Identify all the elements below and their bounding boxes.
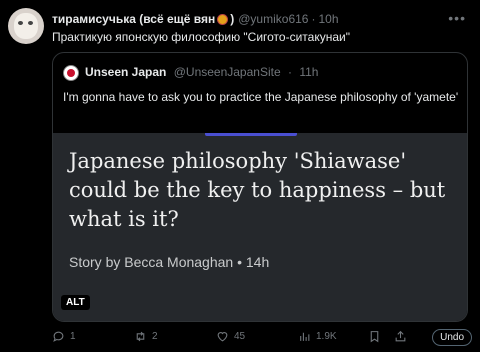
reply-count: 1 xyxy=(70,331,76,342)
alt-text-badge[interactable]: ALT xyxy=(61,295,90,310)
sunflower-emoji-icon xyxy=(217,13,229,25)
retweet-button[interactable]: 2 xyxy=(134,330,158,343)
quoted-author-name: Unseen Japan xyxy=(85,65,167,79)
avatar-face xyxy=(14,13,38,39)
quoted-tweet-header: Unseen Japan @UnseenJapanSite · 11h xyxy=(85,65,318,79)
retweet-count: 2 xyxy=(152,331,158,342)
avatar-eye-left xyxy=(18,21,23,25)
views-button[interactable]: 1.9K xyxy=(298,330,337,343)
media-accent-bar xyxy=(205,133,297,136)
undo-button[interactable]: Undo xyxy=(432,329,472,346)
quoted-tweet-timestamp: 11h xyxy=(299,65,319,79)
views-count: 1.9K xyxy=(316,331,337,342)
quoted-tweet[interactable]: Unseen Japan @UnseenJapanSite · 11h I'm … xyxy=(52,52,468,322)
quoted-header-separator: · xyxy=(287,65,292,79)
media-headline: Japanese philosophy 'Shiawase' could be … xyxy=(69,149,446,231)
reply-icon xyxy=(53,331,64,342)
tweet-text: Практикую японскую философию "Сигото-сит… xyxy=(52,30,350,44)
share-icon xyxy=(395,330,406,342)
author-name-paren: ) xyxy=(230,12,235,26)
bookmark-icon xyxy=(370,331,379,343)
like-count: 45 xyxy=(234,331,246,342)
quoted-author-handle: @UnseenJapanSite xyxy=(173,65,281,79)
author-handle[interactable]: @yumiko616 xyxy=(238,12,308,26)
quoted-author-avatar[interactable] xyxy=(63,65,79,81)
views-chart-icon xyxy=(300,332,310,341)
tweet-header: тирамисучька (всё ещё вян ) @yumiko616 ·… xyxy=(52,10,440,28)
bookmark-button[interactable] xyxy=(368,330,381,343)
media-byline: Story by Becca Monaghan • 14h xyxy=(69,254,270,270)
header-separator: · xyxy=(311,12,316,26)
quoted-media-image[interactable]: Japanese philosophy 'Shiawase' could be … xyxy=(53,133,467,321)
more-options-icon[interactable]: ••• xyxy=(448,10,466,26)
avatar-eye-right xyxy=(28,21,33,25)
share-button[interactable] xyxy=(394,330,407,343)
reply-button[interactable]: 1 xyxy=(52,330,76,343)
quoted-tweet-text: I'm gonna have to ask you to practice th… xyxy=(63,90,459,104)
author-avatar[interactable] xyxy=(8,8,44,44)
heart-icon xyxy=(217,332,228,342)
tweet-timestamp[interactable]: 10h xyxy=(318,12,338,26)
tweet[interactable]: тирамисучька (всё ещё вян ) @yumiko616 ·… xyxy=(0,0,480,352)
like-button[interactable]: 45 xyxy=(216,330,245,343)
author-display-name[interactable]: тирамисучька (всё ещё вян xyxy=(52,12,215,26)
retweet-icon xyxy=(136,331,145,342)
tweet-actions: 1 2 45 1.9K Undo xyxy=(52,329,472,350)
